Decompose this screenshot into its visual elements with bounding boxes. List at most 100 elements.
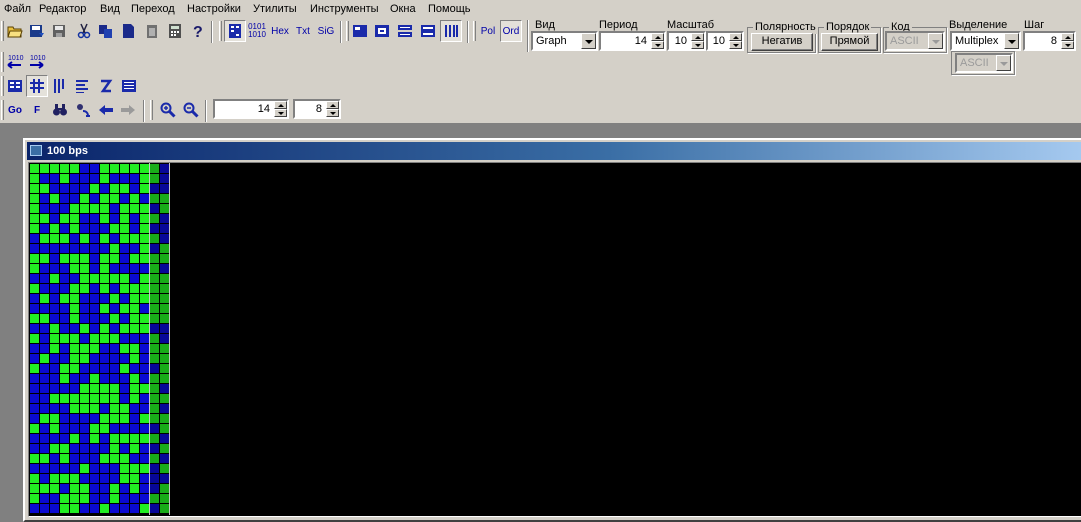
bit-cell[interactable]: [160, 284, 169, 293]
bit-cell[interactable]: [140, 344, 149, 353]
bit-cell[interactable]: [100, 494, 109, 503]
bit-cell[interactable]: [160, 214, 169, 223]
bit-cell[interactable]: [130, 244, 139, 253]
step-spin-icon[interactable]: [1061, 33, 1074, 49]
bit-cell[interactable]: [40, 324, 49, 333]
bit-cell[interactable]: [80, 304, 89, 313]
bit-cell[interactable]: [90, 494, 99, 503]
bit-cell[interactable]: [120, 404, 129, 413]
bit-cell[interactable]: [80, 194, 89, 203]
bit-cell[interactable]: [50, 384, 59, 393]
bit-cell[interactable]: [110, 484, 119, 493]
toolbar-grip[interactable]: [473, 21, 476, 41]
period-stepper[interactable]: 14: [599, 31, 666, 51]
menu-editor[interactable]: Редактор: [39, 3, 86, 15]
bit-cell[interactable]: [30, 424, 39, 433]
go-button[interactable]: Go: [4, 99, 26, 121]
bit-cell[interactable]: [70, 394, 79, 403]
bit-cell[interactable]: [130, 264, 139, 273]
bit-cell[interactable]: [110, 474, 119, 483]
bit-cell[interactable]: [30, 394, 39, 403]
chevron-down-icon[interactable]: [581, 33, 596, 49]
bit-cell[interactable]: [40, 164, 49, 173]
bit-cell[interactable]: [40, 464, 49, 473]
bit-cell[interactable]: [40, 174, 49, 183]
bit-cell[interactable]: [150, 504, 159, 513]
bit-cell[interactable]: [90, 324, 99, 333]
bit-cell[interactable]: [100, 274, 109, 283]
bit-cell[interactable]: [160, 374, 169, 383]
bit-cell[interactable]: [90, 464, 99, 473]
bit-cell[interactable]: [30, 374, 39, 383]
bit-cell[interactable]: [160, 414, 169, 423]
bit-cell[interactable]: [50, 204, 59, 213]
bit-cell[interactable]: [50, 324, 59, 333]
bit-cell[interactable]: [100, 174, 109, 183]
bit-cell[interactable]: [140, 174, 149, 183]
bit-cell[interactable]: [160, 504, 169, 513]
bit-cell[interactable]: [30, 184, 39, 193]
bit-cell[interactable]: [110, 444, 119, 453]
bit-cell[interactable]: [130, 204, 139, 213]
bit-cell[interactable]: [140, 244, 149, 253]
bit-cell[interactable]: [150, 234, 159, 243]
bit-cell[interactable]: [140, 314, 149, 323]
binoculars-icon[interactable]: [49, 99, 71, 121]
bit-cell[interactable]: [80, 494, 89, 503]
window-icon[interactable]: [30, 145, 42, 156]
bit-cell[interactable]: [120, 234, 129, 243]
bit-cell[interactable]: [160, 164, 169, 173]
bit-cell[interactable]: [30, 434, 39, 443]
bit-cell[interactable]: [100, 374, 109, 383]
bit-cell[interactable]: [80, 274, 89, 283]
txt-button[interactable]: Txt: [292, 20, 314, 42]
bit-cell[interactable]: [80, 504, 89, 513]
bit-cell[interactable]: [120, 194, 129, 203]
bit-cell[interactable]: [100, 254, 109, 263]
bit-cell[interactable]: [30, 214, 39, 223]
bit-cell[interactable]: [120, 334, 129, 343]
bit-cell[interactable]: [30, 274, 39, 283]
bit-cell[interactable]: [50, 464, 59, 473]
bit-cell[interactable]: [130, 394, 139, 403]
bit-cell[interactable]: [50, 234, 59, 243]
bit-cell[interactable]: [130, 324, 139, 333]
bit-cell[interactable]: [160, 394, 169, 403]
bit-cell[interactable]: [60, 314, 69, 323]
bit-cell[interactable]: [60, 344, 69, 353]
bit-grid[interactable]: [29, 163, 171, 515]
bit-cell[interactable]: [120, 474, 129, 483]
bit-cell[interactable]: [60, 384, 69, 393]
bit-cell[interactable]: [80, 484, 89, 493]
bit-cell[interactable]: [60, 244, 69, 253]
bit-cell[interactable]: [110, 504, 119, 513]
bit-cell[interactable]: [130, 284, 139, 293]
bit-cell[interactable]: [90, 214, 99, 223]
bit-cell[interactable]: [150, 464, 159, 473]
bit-cell[interactable]: [60, 204, 69, 213]
bit-cell[interactable]: [110, 494, 119, 503]
grid-view-icon[interactable]: [26, 75, 48, 97]
bit-cell[interactable]: [30, 474, 39, 483]
bit-cell[interactable]: [40, 224, 49, 233]
bit-cell[interactable]: [30, 364, 39, 373]
bit-cell[interactable]: [160, 354, 169, 363]
bit-cell[interactable]: [150, 294, 159, 303]
bit-cell[interactable]: [140, 214, 149, 223]
bit-cell[interactable]: [30, 444, 39, 453]
bit-cell[interactable]: [110, 264, 119, 273]
bit-cell[interactable]: [50, 424, 59, 433]
bit-cell[interactable]: [90, 424, 99, 433]
bit-cell[interactable]: [110, 464, 119, 473]
bit-cell[interactable]: [160, 364, 169, 373]
bit-cell[interactable]: [110, 204, 119, 213]
hex-button[interactable]: Hex: [269, 20, 291, 42]
bit-cell[interactable]: [100, 334, 109, 343]
bit-cell[interactable]: [150, 424, 159, 433]
bit-cell[interactable]: [140, 274, 149, 283]
bit-cell[interactable]: [50, 454, 59, 463]
bit-cell[interactable]: [50, 364, 59, 373]
bit-cell[interactable]: [90, 504, 99, 513]
bit-cell[interactable]: [110, 314, 119, 323]
bit-cell[interactable]: [50, 314, 59, 323]
